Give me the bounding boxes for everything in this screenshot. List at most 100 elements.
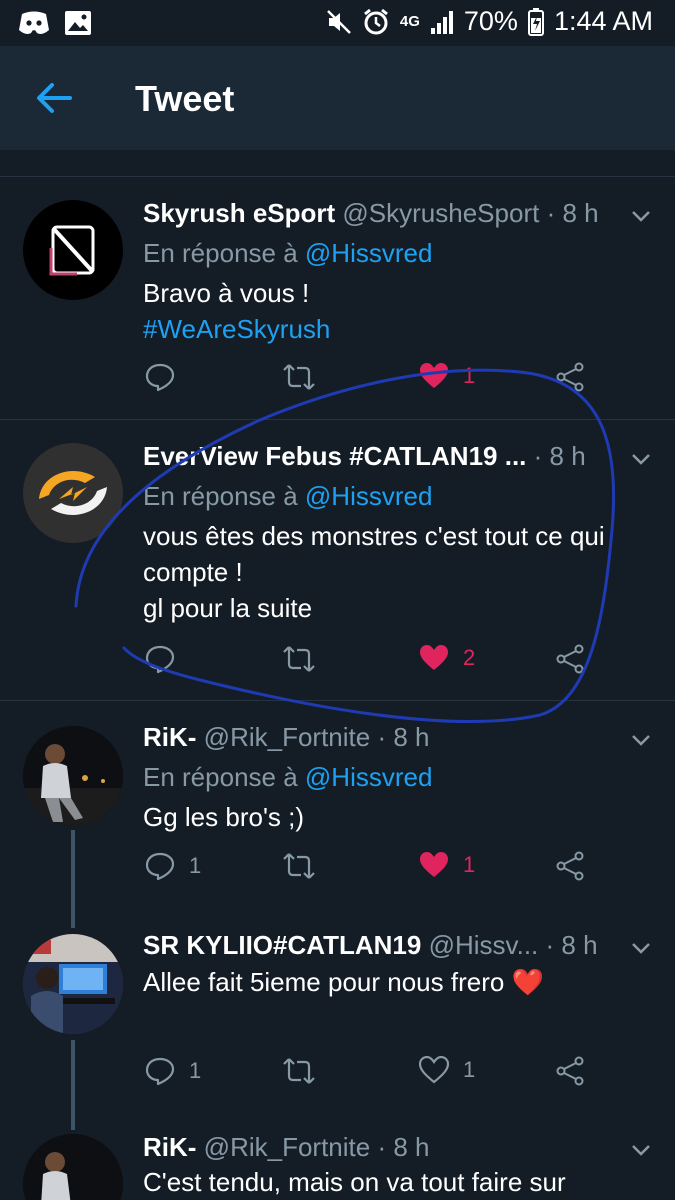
image-icon <box>65 11 91 35</box>
tweet-header: RiK- @Rik_Fortnite · 8 h <box>143 720 605 754</box>
reply-context: En réponse à @Hissvred <box>143 236 432 270</box>
chevron-down-icon[interactable] <box>629 204 653 228</box>
tweet-actions: 1 1 <box>143 1056 613 1096</box>
chevron-down-icon[interactable] <box>629 1138 653 1162</box>
tweet-body-line: gl pour la suite <box>143 593 313 623</box>
reply-icon <box>145 645 175 674</box>
username[interactable]: @SkyrusheSport <box>342 198 539 228</box>
share-icon <box>556 1056 584 1086</box>
chevron-down-icon[interactable] <box>629 936 653 960</box>
reply-prefix: En réponse à <box>143 238 298 268</box>
user-photo <box>23 1134 123 1200</box>
reply-button[interactable]: 1 <box>145 1056 201 1086</box>
app-bar <box>0 46 675 150</box>
like-button[interactable]: 1 <box>419 362 475 390</box>
display-name[interactable]: RiK- <box>143 722 196 752</box>
retweet-icon <box>283 364 315 390</box>
reply-button[interactable] <box>145 644 189 674</box>
avatar[interactable] <box>23 443 123 543</box>
mention-link[interactable]: @Hissvred <box>305 481 433 511</box>
timestamp: · 8 h <box>533 441 586 471</box>
like-count: 2 <box>463 645 476 670</box>
avatar[interactable] <box>23 934 123 1034</box>
mention-link[interactable]: @Hissvred <box>305 238 433 268</box>
reply-count: 1 <box>189 1058 202 1083</box>
username[interactable]: @Rik_Fortnite <box>204 722 371 752</box>
retweet-button[interactable] <box>283 644 315 674</box>
share-button[interactable] <box>555 1056 585 1086</box>
reply-icon <box>145 852 175 881</box>
reply-prefix: En réponse à <box>143 481 298 511</box>
tweet-text: vous êtes des monstres c'est tout ce qui… <box>143 518 658 626</box>
alarm-icon <box>363 8 388 34</box>
share-button[interactable] <box>555 644 585 674</box>
tweet-header: EverView Febus #CATLAN19 ... · 8 h <box>143 439 605 473</box>
tweet-card[interactable]: Skyrush eSport @SkyrusheSport · 8 h En r… <box>0 176 675 419</box>
mute-icon <box>326 9 351 34</box>
share-button[interactable] <box>555 362 585 392</box>
like-button[interactable]: 2 <box>419 644 475 672</box>
avatar[interactable] <box>23 726 123 826</box>
tweet-body: C'est tendu, mais on va tout faire sur <box>143 1167 566 1197</box>
tweet-card[interactable]: RiK- @Rik_Fortnite · 8 h C'est tendu, ma… <box>0 1120 675 1200</box>
display-name[interactable]: EverView Febus #CATLAN19 ... <box>143 441 526 471</box>
heart-outline-icon <box>419 1056 449 1084</box>
signal-icon <box>430 10 453 34</box>
battery-percent: 70% <box>463 6 518 36</box>
tweet-card[interactable]: EverView Febus #CATLAN19 ... · 8 h En ré… <box>0 419 675 700</box>
avatar[interactable] <box>23 1134 123 1200</box>
avatar[interactable] <box>23 200 123 300</box>
status-bar: 4G 70% 1:44 AM <box>0 0 675 46</box>
display-name[interactable]: RiK- <box>143 1132 196 1162</box>
share-icon <box>556 644 584 674</box>
user-photo <box>23 726 123 826</box>
chevron-down-icon[interactable] <box>629 728 653 752</box>
tweet-body: Allee fait 5ieme pour nous frero ❤️ <box>143 967 544 997</box>
username[interactable]: @Hissv... <box>429 930 539 960</box>
heart-icon <box>420 852 448 877</box>
tweet-text: Gg les bro's ;) <box>143 799 658 835</box>
display-name[interactable]: Skyrush eSport <box>143 198 335 228</box>
like-count: 1 <box>463 852 476 877</box>
network-type: 4G <box>399 13 420 30</box>
reply-button[interactable] <box>145 362 189 392</box>
back-arrow-icon[interactable] <box>34 78 74 118</box>
display-name[interactable]: SR KYLIIO#CATLAN19 <box>143 930 421 960</box>
heart-icon <box>420 363 448 388</box>
mention-link[interactable]: @Hissvred <box>305 762 433 792</box>
reply-button[interactable]: 1 <box>145 851 201 881</box>
like-count: 1 <box>463 1057 476 1082</box>
page-title: Tweet <box>135 78 235 119</box>
tweet-card[interactable]: SR KYLIIO#CATLAN19 @Hissv... · 8 h Allee… <box>0 920 675 1120</box>
skyrush-logo <box>49 225 95 276</box>
tweet-body: Gg les bro's ;) <box>143 802 305 832</box>
user-photo <box>23 934 123 1034</box>
tweet-actions: 1 1 <box>143 851 613 891</box>
retweet-button[interactable] <box>283 851 315 881</box>
reply-icon <box>145 1057 175 1086</box>
timestamp: · 8 h <box>377 1132 430 1162</box>
like-button[interactable]: 1 <box>419 1056 475 1084</box>
share-icon <box>556 362 584 392</box>
retweet-icon <box>283 853 315 879</box>
tweet-text: Allee fait 5ieme pour nous frero ❤️ <box>143 964 658 1000</box>
tweet-text: Bravo à vous ! #WeAreSkyrush <box>143 275 658 347</box>
discord-icon <box>19 11 49 34</box>
share-button[interactable] <box>555 851 585 881</box>
reply-prefix: En réponse à <box>143 762 298 792</box>
like-count: 1 <box>463 363 476 388</box>
retweet-icon <box>283 646 315 672</box>
retweet-button[interactable] <box>283 362 315 392</box>
username[interactable]: @Rik_Fortnite <box>204 1132 371 1162</box>
retweet-button[interactable] <box>283 1056 315 1086</box>
tweet-card[interactable]: RiK- @Rik_Fortnite · 8 h En réponse à @H… <box>0 700 675 920</box>
clock: 1:44 AM <box>553 6 653 36</box>
share-icon <box>556 851 584 881</box>
chevron-down-icon[interactable] <box>629 447 653 471</box>
reply-count: 1 <box>189 853 202 878</box>
heart-icon <box>420 645 448 670</box>
like-button[interactable]: 1 <box>419 851 475 879</box>
retweet-icon <box>283 1058 315 1084</box>
hashtag-link[interactable]: #WeAreSkyrush <box>143 311 658 347</box>
timestamp: · 8 h <box>546 198 599 228</box>
